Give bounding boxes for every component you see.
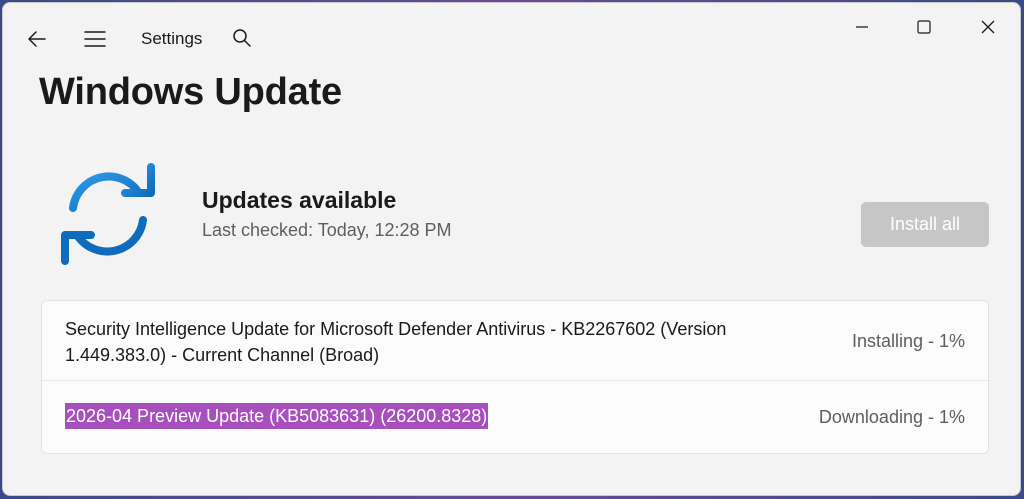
title-bar: Settings bbox=[3, 3, 1020, 73]
hamburger-menu-icon bbox=[84, 31, 106, 47]
update-item-name: 2026-04 Preview Update (KB5083631) (2620… bbox=[65, 403, 489, 429]
close-icon bbox=[981, 20, 995, 34]
install-all-button[interactable]: Install all bbox=[861, 202, 989, 247]
maximize-icon bbox=[917, 20, 931, 34]
update-item: 2026-04 Preview Update (KB5083631) (2620… bbox=[42, 381, 988, 453]
settings-window: Settings Windows Update Updates availabl… bbox=[2, 2, 1021, 496]
page-title: Windows Update bbox=[39, 71, 342, 113]
minimize-icon bbox=[856, 26, 868, 28]
update-item: Security Intelligence Update for Microso… bbox=[42, 301, 988, 381]
minimize-button[interactable] bbox=[839, 7, 885, 47]
app-title: Settings bbox=[141, 29, 203, 48]
maximize-button[interactable] bbox=[901, 7, 947, 47]
navigation-menu-button[interactable] bbox=[79, 23, 111, 55]
back-button[interactable] bbox=[21, 23, 53, 55]
close-button[interactable] bbox=[965, 7, 1011, 47]
search-button[interactable] bbox=[227, 23, 257, 53]
update-status-heading: Updates available bbox=[202, 187, 397, 213]
sync-arrows-icon bbox=[61, 163, 155, 265]
update-item-name: Security Intelligence Update for Microso… bbox=[65, 319, 727, 365]
back-arrow-icon bbox=[28, 31, 46, 47]
update-item-status: Installing - 1% bbox=[851, 331, 965, 351]
search-icon bbox=[233, 29, 251, 47]
last-checked-text: Last checked: Today, 12:28 PM bbox=[202, 220, 452, 240]
updates-list: Security Intelligence Update for Microso… bbox=[41, 300, 989, 454]
update-item-status: Downloading - 1% bbox=[818, 407, 965, 427]
